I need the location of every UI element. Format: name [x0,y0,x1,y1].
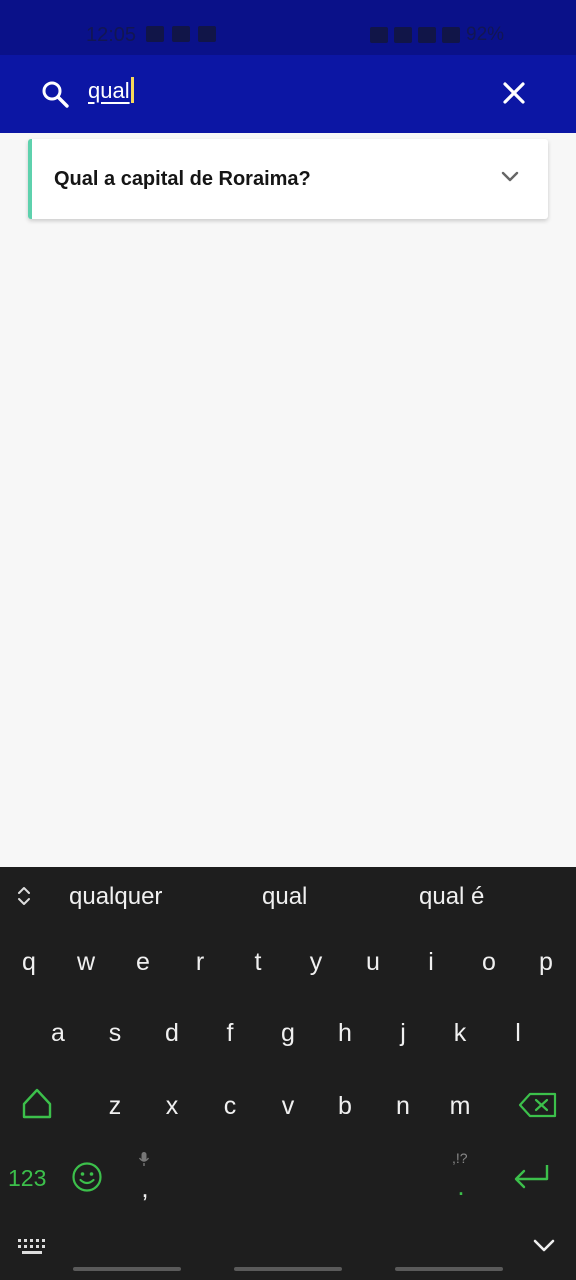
gallery-notification-icon [172,26,190,42]
punctuation-hint: ,!? [452,1150,468,1166]
alarm-icon [370,27,388,43]
search-input[interactable]: qual [88,77,134,109]
gesture-bar-left [73,1267,181,1271]
battery-level: 92% [466,24,505,45]
key-r[interactable]: r [180,948,220,977]
result-card[interactable]: Qual a capital de Roraima? [28,139,548,219]
key-s[interactable]: s [95,1019,135,1048]
numbers-key[interactable]: 123 [8,1165,46,1192]
backspace-icon[interactable] [518,1091,558,1119]
result-title: Qual a capital de Roraima? [54,168,311,190]
gesture-bar-center [234,1267,342,1271]
suggestion-3[interactable]: qual é [419,883,484,911]
text-cursor [130,77,134,103]
key-u[interactable]: u [353,948,393,977]
suggestion-2[interactable]: qual [262,883,307,911]
signal-icon [418,27,436,43]
status-system-icons: 92% [370,24,504,46]
key-g[interactable]: g [268,1019,308,1048]
key-q[interactable]: q [9,948,49,977]
signal-icon-2 [442,27,460,43]
close-icon[interactable] [500,79,528,107]
shift-icon[interactable] [20,1086,54,1120]
search-input-value: qual [88,78,130,103]
key-y[interactable]: y [296,948,336,977]
key-x[interactable]: x [152,1092,192,1121]
search-icon[interactable] [40,79,70,109]
search-app-bar: qual [0,55,576,133]
key-f[interactable]: f [210,1019,250,1048]
key-l[interactable]: l [498,1019,538,1048]
enter-icon[interactable] [511,1161,551,1193]
key-a[interactable]: a [38,1019,78,1048]
status-bar: 12:05 92% [0,0,576,55]
key-k[interactable]: k [440,1019,480,1048]
key-n[interactable]: n [383,1092,423,1121]
wifi-icon [394,27,412,43]
suggestion-toggle-icon[interactable] [14,885,34,907]
gesture-bar-right [395,1267,503,1271]
period-key[interactable]: . [441,1171,481,1202]
status-time: 12:05 [86,24,137,46]
key-w[interactable]: w [66,948,106,977]
camera-notification-icon [146,26,164,42]
key-j[interactable]: j [383,1019,423,1048]
key-m[interactable]: m [440,1092,480,1121]
key-i[interactable]: i [411,948,451,977]
microphone-icon [138,1152,150,1166]
key-v[interactable]: v [268,1092,308,1121]
keyboard-icon[interactable] [17,1237,47,1255]
chevron-down-icon[interactable] [500,170,520,184]
emoji-icon[interactable] [71,1161,103,1193]
key-d[interactable]: d [152,1019,192,1048]
key-t[interactable]: t [238,948,278,977]
key-e[interactable]: e [123,948,163,977]
key-z[interactable]: z [95,1092,135,1121]
key-o[interactable]: o [469,948,509,977]
key-p[interactable]: p [526,948,566,977]
hide-keyboard-icon[interactable] [532,1237,556,1253]
comma-key[interactable]: , [125,1173,165,1204]
key-c[interactable]: c [210,1092,250,1121]
key-h[interactable]: h [325,1019,365,1048]
status-notification-icons [146,26,216,42]
app-notification-icon [198,26,216,42]
key-b[interactable]: b [325,1092,365,1121]
soft-keyboard: qualquer qual qual é q w e r t y u i o p… [0,867,576,1280]
suggestion-1[interactable]: qualquer [69,883,162,911]
